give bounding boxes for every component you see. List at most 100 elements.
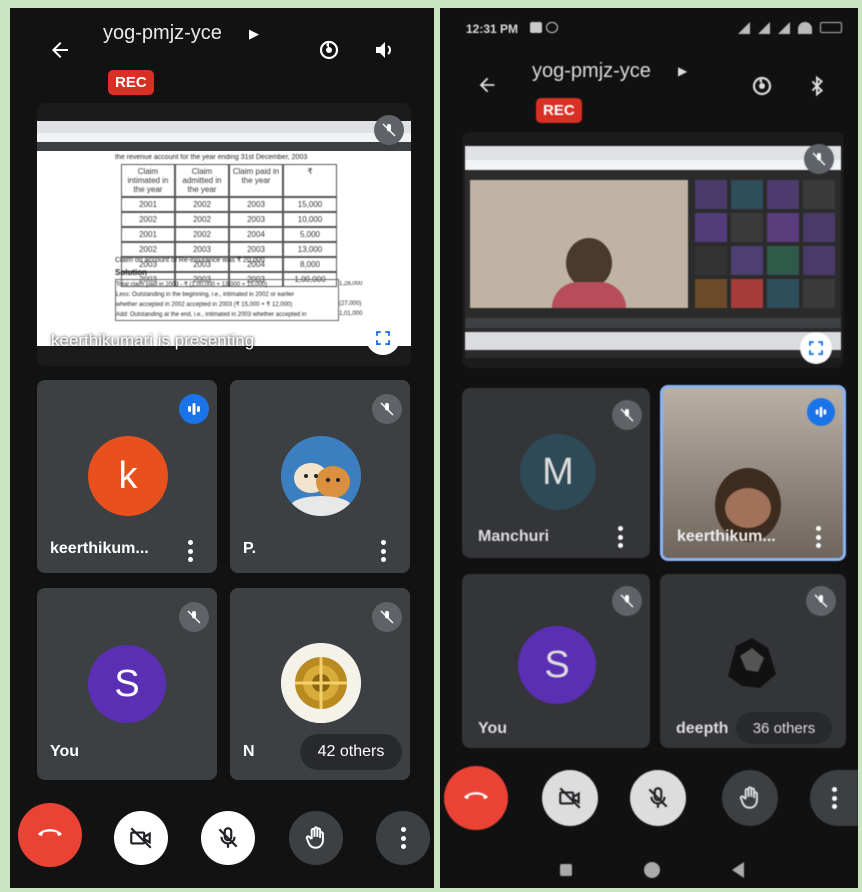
- table-row: 2002 2002 2003 10,000: [121, 212, 337, 227]
- bluetooth-audio-button[interactable]: [806, 74, 828, 103]
- hand-icon: [739, 786, 758, 809]
- dark-photo-avatar: [716, 626, 788, 698]
- mic-off-icon: [620, 408, 634, 422]
- more-options-icon[interactable]: [380, 540, 386, 562]
- status-time: 12:31 PM: [466, 22, 519, 36]
- hand-icon: [305, 826, 324, 849]
- participant-tile-deepth[interactable]: deepth 36 others: [660, 574, 846, 748]
- claims-table: Claim intimated in the year Claim admitt…: [121, 164, 337, 287]
- dog-photo-image: [281, 436, 361, 516]
- mic-off-icon: [812, 152, 826, 166]
- battery-icon: [820, 22, 842, 33]
- presentation-mic-muted: [374, 115, 404, 145]
- more-options-button[interactable]: [376, 811, 430, 865]
- solution-heading: Solution: [115, 268, 147, 277]
- others-count-chip[interactable]: 36 others: [736, 712, 832, 744]
- end-call-icon: [38, 829, 62, 837]
- participant-name: N: [243, 743, 255, 760]
- participant-tile-keerthikum[interactable]: k keerthikum...: [37, 380, 217, 573]
- fullscreen-icon: [376, 331, 390, 345]
- participant-tile-keerthikum[interactable]: keerthikum...: [660, 385, 846, 561]
- mic-toggle-button[interactable]: [201, 811, 255, 865]
- wifi-icon: [798, 22, 812, 34]
- participant-tile-manchuri[interactable]: M Manchuri: [462, 388, 650, 558]
- raise-hand-button[interactable]: [722, 770, 778, 826]
- home-nav-button[interactable]: [644, 862, 660, 878]
- switch-camera-icon: [319, 40, 339, 60]
- shared-screen: the revenue account for the year ending …: [37, 121, 411, 346]
- presentation-tile[interactable]: [462, 132, 844, 368]
- participant-name: You: [50, 743, 80, 760]
- fullscreen-button[interactable]: [366, 321, 400, 355]
- switch-camera-button[interactable]: [750, 74, 774, 103]
- mic-muted-badge: [179, 602, 209, 632]
- back-arrow-icon: [52, 42, 68, 58]
- others-count-chip[interactable]: 42 others: [300, 734, 402, 770]
- mic-off-icon: [620, 594, 634, 608]
- mic-muted-badge: [612, 400, 642, 430]
- status-icons: [702, 22, 842, 34]
- chevron-right-icon[interactable]: ▶: [249, 26, 259, 42]
- taskbar: [465, 332, 841, 350]
- mic-muted-badge: [372, 602, 402, 632]
- gallery-icon: [530, 22, 542, 33]
- camera-toggle-button[interactable]: [542, 770, 598, 826]
- avatar: S: [88, 645, 166, 723]
- reinsurance-note: Claim on account of Re-insurance was ₹ 2…: [115, 257, 265, 264]
- chevron-right-icon[interactable]: ▶: [678, 64, 687, 78]
- mic-muted-badge: [372, 394, 402, 424]
- audio-level-icon: [188, 403, 200, 415]
- more-options-icon[interactable]: [617, 526, 623, 548]
- back-button[interactable]: [48, 38, 72, 67]
- avatar: M: [520, 434, 596, 510]
- back-button[interactable]: [476, 74, 498, 101]
- end-call-icon: [464, 792, 488, 800]
- raise-hand-button[interactable]: [289, 811, 343, 865]
- meeting-code[interactable]: yog-pmjz-yce: [103, 22, 222, 45]
- participant-name: keerthikum...: [677, 528, 776, 545]
- gold-ornament-avatar: [281, 643, 361, 723]
- person-head: [566, 238, 612, 288]
- meeting-code[interactable]: yog-pmjz-yce: [532, 60, 651, 83]
- back-nav-button[interactable]: [732, 862, 744, 878]
- mic-muted-badge: [612, 586, 642, 616]
- end-call-button[interactable]: [18, 803, 82, 867]
- speaker-button[interactable]: [372, 38, 396, 67]
- recents-nav-button[interactable]: [560, 864, 572, 876]
- speaker-video-feed: [470, 180, 688, 308]
- speaker-icon: [376, 42, 391, 58]
- participant-name: P.: [243, 540, 257, 557]
- mic-toggle-button[interactable]: [630, 770, 686, 826]
- presentation-tile[interactable]: the revenue account for the year ending …: [37, 103, 411, 366]
- thumbnail-grid: [695, 180, 835, 308]
- mic-off-icon: [380, 402, 394, 416]
- pdf-toolbar: [37, 142, 411, 151]
- mic-off-icon: [648, 787, 668, 808]
- end-call-button[interactable]: [444, 766, 508, 830]
- more-options-icon[interactable]: [187, 540, 193, 562]
- solution-box: Total claim paid in 2003 - ₹ (1,00,000 +…: [115, 279, 339, 321]
- more-options-button[interactable]: [810, 770, 858, 826]
- participant-tile-n[interactable]: N 42 others: [230, 588, 410, 780]
- camera-toggle-button[interactable]: [114, 811, 168, 865]
- participant-tile-you[interactable]: S You: [462, 574, 650, 748]
- mic-off-icon: [382, 123, 396, 137]
- solution-values: 1,28,000 (27,000) 1,01,000: [339, 281, 363, 317]
- participant-tile-p[interactable]: P.: [230, 380, 410, 573]
- rec-badge: REC: [108, 70, 154, 95]
- participant-name: deepth: [676, 720, 729, 737]
- more-options-icon[interactable]: [815, 526, 821, 548]
- participant-tile-you[interactable]: S You: [37, 588, 217, 780]
- mic-off-icon: [187, 610, 201, 624]
- person-body: [552, 282, 626, 308]
- switch-camera-icon: [752, 76, 772, 96]
- participant-name: keerthikum...: [50, 540, 149, 557]
- mic-off-icon: [218, 827, 238, 848]
- browser-address-bar: [37, 133, 411, 142]
- doc-line: the revenue account for the year ending …: [115, 154, 308, 161]
- switch-camera-button[interactable]: [317, 38, 341, 67]
- fullscreen-icon: [809, 341, 823, 355]
- fullscreen-button[interactable]: [800, 332, 832, 364]
- audio-level-icon: [815, 406, 827, 418]
- shared-screen: [465, 146, 841, 358]
